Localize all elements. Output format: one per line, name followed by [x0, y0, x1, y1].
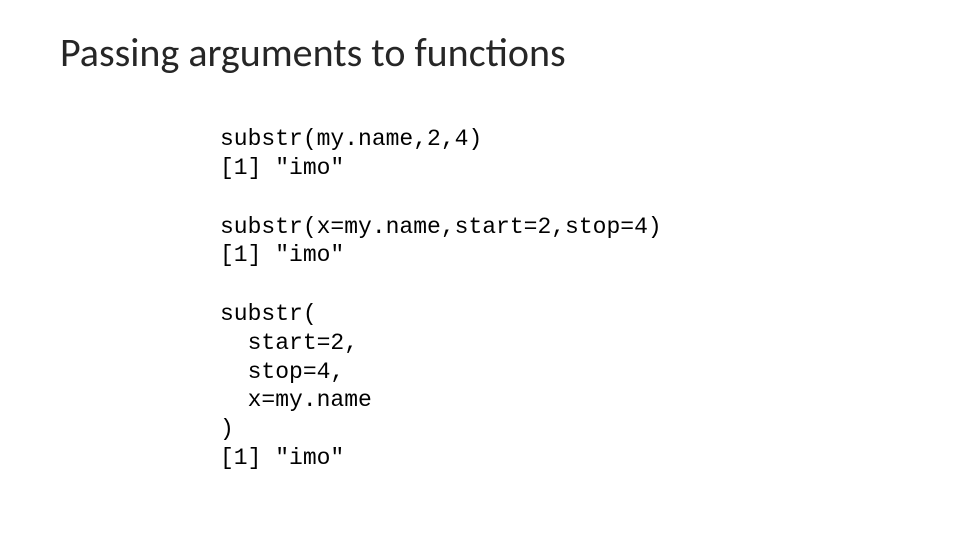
- slide-container: Passing arguments to functions substr(my…: [0, 0, 960, 473]
- code-block-2: substr(x=my.name,start=2,stop=4) [1] "im…: [220, 213, 900, 271]
- code-block-3: substr( start=2, stop=4, x=my.name ) [1]…: [220, 300, 900, 473]
- slide-title: Passing arguments to functions: [60, 28, 900, 77]
- code-area: substr(my.name,2,4) [1] "imo" substr(x=m…: [220, 125, 900, 473]
- code-block-1: substr(my.name,2,4) [1] "imo": [220, 125, 900, 183]
